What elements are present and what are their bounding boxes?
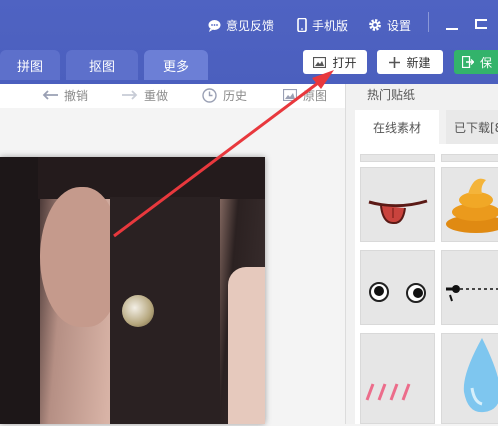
annotation-arrow-icon — [113, 70, 334, 238]
